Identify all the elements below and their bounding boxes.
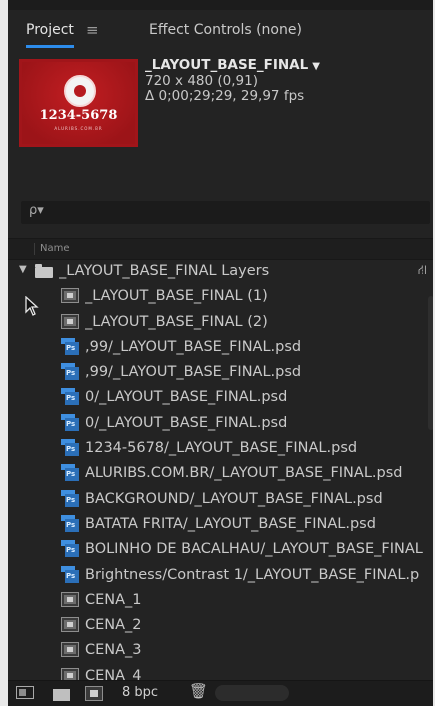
list-item[interactable]: Ps Brightness/Contrast 1/_LAYOUT_BASE_FIN… xyxy=(8,563,433,588)
column-name-header[interactable]: Name xyxy=(40,243,70,254)
panel-top-strip xyxy=(8,0,433,10)
list-item[interactable]: Ps ALURIBS.COM.BR/_LAYOUT_BASE_FINAL.psd xyxy=(8,461,433,486)
list-item[interactable]: Ps ,99/_LAYOUT_BASE_FINAL.psd xyxy=(8,360,433,385)
list-item[interactable]: Ps BATATA FRITA/_LAYOUT_BASE_FINAL.psd xyxy=(8,512,433,537)
list-item-label: ,99/_LAYOUT_BASE_FINAL.psd xyxy=(85,364,302,381)
list-item[interactable]: Ps 0/_LAYOUT_BASE_FINAL.psd xyxy=(8,411,433,436)
tab-project-label: Project xyxy=(26,22,74,38)
twirl-down-icon[interactable]: ▼ xyxy=(19,264,27,275)
tab-effect-controls[interactable]: Effect Controls (none) xyxy=(149,22,302,38)
item-dimensions: 720 x 480 (0,91) xyxy=(145,73,258,89)
tab-effect-controls-label: Effect Controls (none) xyxy=(149,22,302,38)
folder-label: _LAYOUT_BASE_FINAL Layers xyxy=(59,263,270,279)
search-icon[interactable]: ρ▾ xyxy=(29,203,44,218)
psd-file-icon: Ps xyxy=(61,337,79,355)
item-duration: Δ 0;00;29;29, 29,97 fps xyxy=(145,88,305,104)
composition-icon xyxy=(61,313,79,329)
thumbnail-size-slider[interactable] xyxy=(215,685,289,701)
new-composition-icon[interactable] xyxy=(85,686,103,701)
psd-file-icon: Ps xyxy=(61,514,79,532)
active-tab-underline xyxy=(26,45,74,48)
list-item[interactable]: _LAYOUT_BASE_FINAL (2) xyxy=(8,310,433,335)
list-item-label: BOLINHO DE BACALHAU/_LAYOUT_BASE_FINAL xyxy=(85,541,423,558)
list-item-label: BACKGROUND/_LAYOUT_BASE_FINAL.psd xyxy=(85,490,383,507)
list-item-label: CENA_2 xyxy=(85,617,142,634)
composition-icon xyxy=(61,288,79,304)
list-item[interactable]: _LAYOUT_BASE_FINAL (1) xyxy=(8,284,433,309)
list-item-label: BATATA FRITA/_LAYOUT_BASE_FINAL.psd xyxy=(85,515,376,532)
panel-menu-icon[interactable]: ≡ xyxy=(86,21,99,39)
list-item-label: Brightness/Contrast 1/_LAYOUT_BASE_FINAL… xyxy=(85,566,420,583)
thumbnail-number: 1234-5678 xyxy=(39,108,118,123)
list-item[interactable]: Ps BOLINHO DE BACALHAU/_LAYOUT_BASE_FINAL xyxy=(8,537,433,562)
composition-icon xyxy=(61,591,79,607)
list-item-label: 0/_LAYOUT_BASE_FINAL.psd xyxy=(85,414,288,431)
composition-icon xyxy=(61,667,79,680)
item-name: _LAYOUT_BASE_FINAL xyxy=(145,57,309,73)
composition-icon xyxy=(61,642,79,658)
list-scrollbar[interactable] xyxy=(428,296,433,430)
column-separator[interactable] xyxy=(34,243,35,255)
item-info: _LAYOUT_BASE_FINAL ▼ 720 x 480 (0,91) Δ 0… xyxy=(145,58,320,104)
bit-depth-button[interactable]: 8 bpc xyxy=(122,685,158,700)
list-item[interactable]: Ps BACKGROUND/_LAYOUT_BASE_FINAL.psd xyxy=(8,487,433,512)
folder-row[interactable]: ▼ _LAYOUT_BASE_FINAL Layers ⛙ xyxy=(8,259,433,284)
psd-file-icon: Ps xyxy=(61,388,79,406)
list-item[interactable]: Ps 1234-5678/_LAYOUT_BASE_FINAL.psd xyxy=(8,436,433,461)
psd-file-icon: Ps xyxy=(61,439,79,457)
project-panel: Project ≡ Effect Controls (none) 1234-56… xyxy=(8,0,433,706)
panel-tabs: Project ≡ Effect Controls (none) xyxy=(8,10,433,48)
flowchart-icon[interactable]: ⛙ xyxy=(418,263,427,280)
list-item-label: 0/_LAYOUT_BASE_FINAL.psd xyxy=(85,389,288,406)
item-name-dropdown-icon[interactable]: ▼ xyxy=(312,61,320,72)
new-folder-icon[interactable] xyxy=(53,689,70,701)
folder-icon xyxy=(35,264,53,278)
bottom-toolbar: 8 bpc 🗑 xyxy=(8,680,433,706)
logo-badge-icon xyxy=(64,75,96,107)
psd-file-icon: Ps xyxy=(61,565,79,583)
psd-file-icon: Ps xyxy=(61,363,79,381)
list-item-label: ALURIBS.COM.BR/_LAYOUT_BASE_FINAL.psd xyxy=(85,465,403,482)
trash-icon[interactable]: 🗑 xyxy=(189,682,208,700)
psd-file-icon: Ps xyxy=(61,464,79,482)
thumbnail-small-text: ALURIBS.COM.BR xyxy=(54,126,103,131)
list-item[interactable]: CENA_4 xyxy=(8,664,433,680)
psd-file-icon: Ps xyxy=(61,489,79,507)
list-item[interactable]: CENA_2 xyxy=(8,613,433,638)
interpret-footage-icon[interactable] xyxy=(16,686,34,699)
psd-file-icon: Ps xyxy=(61,413,79,431)
project-list: ▼ _LAYOUT_BASE_FINAL Layers ⛙ _LAYOUT_BA… xyxy=(8,259,433,680)
list-item[interactable]: Ps ,99/_LAYOUT_BASE_FINAL.psd xyxy=(8,335,433,360)
column-header: Name xyxy=(8,238,433,260)
mouse-cursor-icon xyxy=(25,296,39,316)
preview-thumbnail: 1234-5678 ALURIBS.COM.BR xyxy=(19,59,138,147)
thumbnail-image: 1234-5678 ALURIBS.COM.BR xyxy=(22,62,135,144)
list-item-label: CENA_1 xyxy=(85,591,142,608)
list-item[interactable]: Ps 0/_LAYOUT_BASE_FINAL.psd xyxy=(8,385,433,410)
list-item-label: CENA_4 xyxy=(85,667,142,680)
list-item-label: CENA_3 xyxy=(85,642,142,659)
list-item-label: _LAYOUT_BASE_FINAL (2) xyxy=(85,313,268,330)
item-name-row[interactable]: _LAYOUT_BASE_FINAL ▼ xyxy=(145,58,320,74)
list-item[interactable]: CENA_3 xyxy=(8,638,433,663)
composition-icon xyxy=(61,617,79,633)
list-item-label: ,99/_LAYOUT_BASE_FINAL.psd xyxy=(85,338,302,355)
search-input[interactable]: ρ▾ xyxy=(21,201,430,224)
list-item-label: 1234-5678/_LAYOUT_BASE_FINAL.psd xyxy=(85,440,358,457)
tab-project[interactable]: Project ≡ xyxy=(26,21,99,48)
list-item-label: _LAYOUT_BASE_FINAL (1) xyxy=(85,288,268,305)
psd-file-icon: Ps xyxy=(61,540,79,558)
list-item[interactable]: CENA_1 xyxy=(8,588,433,613)
